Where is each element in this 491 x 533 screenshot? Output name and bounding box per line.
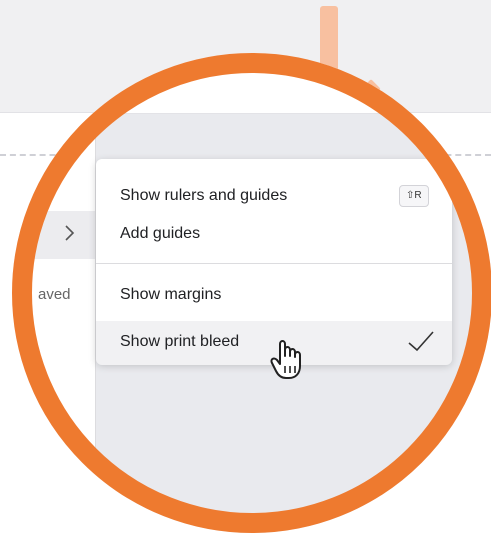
hand-pointer-cursor-icon: [268, 336, 308, 382]
menu-item-show-margins[interactable]: Show margins: [96, 276, 452, 316]
menu-item-label: Show margins: [120, 286, 222, 303]
menu-item-label: Add guides: [120, 225, 201, 242]
saved-status-text: aved: [38, 286, 71, 303]
check-icon: [406, 329, 436, 353]
side-panel-row[interactable]: [12, 211, 95, 259]
menu-item-label: Show rulers and guides: [120, 187, 288, 204]
menu-item-show-rulers[interactable]: Show rulers and guides ⇧R: [96, 177, 452, 217]
zoom-magnifier: aved Show rulers and guides ⇧R Add guide…: [12, 53, 491, 533]
menu-item-add-guides[interactable]: Add guides: [96, 215, 452, 255]
side-panel: aved: [12, 114, 96, 533]
zoom-top-area: [12, 53, 491, 113]
view-dropdown-menu: Show rulers and guides ⇧R Add guides Sho…: [96, 159, 452, 379]
menu-item-label: Show print bleed: [120, 333, 240, 350]
menu-divider: [96, 263, 452, 264]
chevron-right-icon[interactable]: [64, 223, 76, 243]
shortcut-badge: ⇧R: [399, 185, 429, 207]
